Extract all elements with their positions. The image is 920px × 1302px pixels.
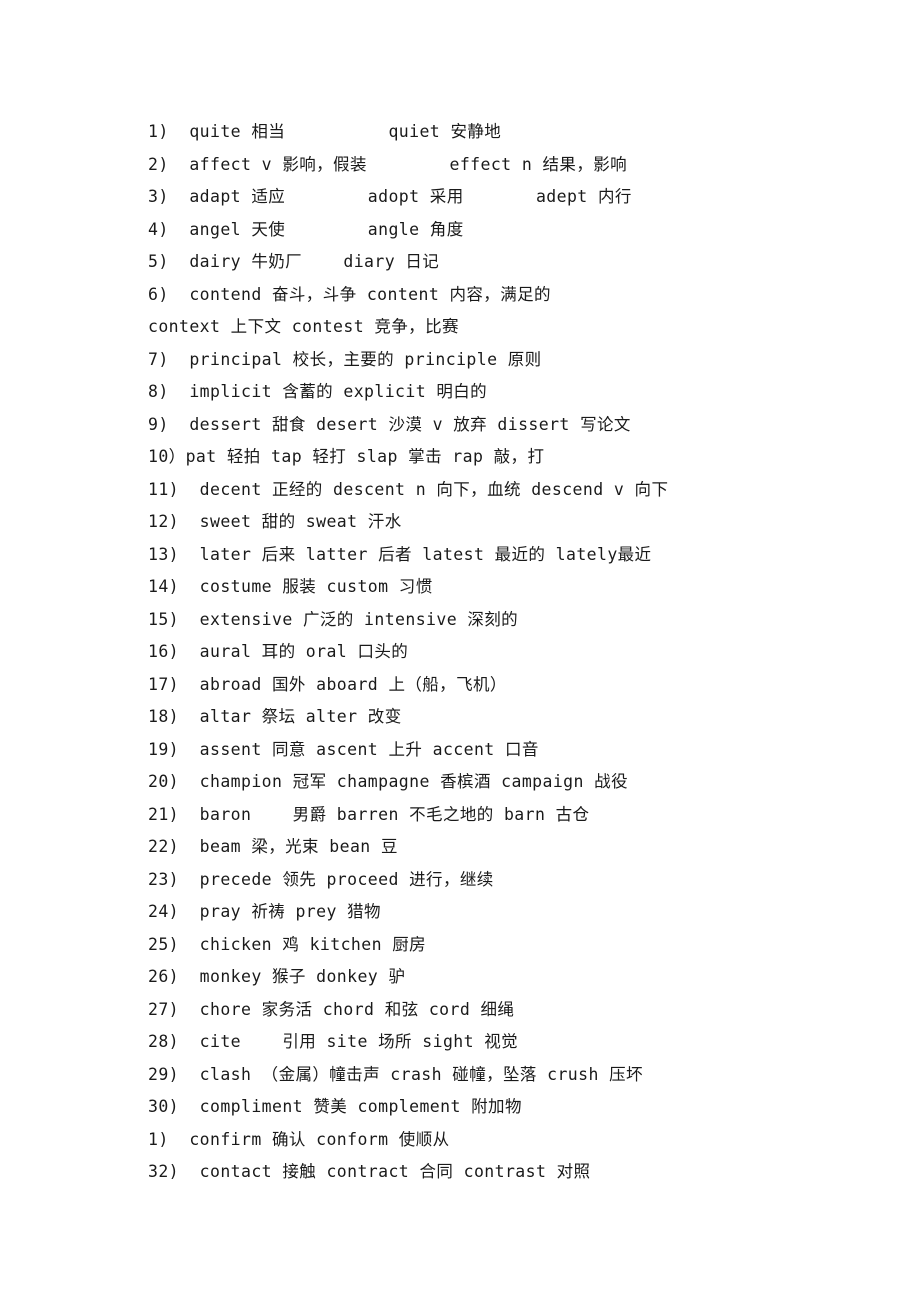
vocab-line: 25) chicken 鸡 kitchen 厨房 — [148, 934, 427, 954]
vocab-line: 7) principal 校长，主要的 principle 原则 — [148, 349, 542, 369]
vocab-line: 21) baron 男爵 barren 不毛之地的 barn 古仓 — [148, 804, 590, 824]
vocab-line: 20) champion 冠军 champagne 香槟酒 campaign 战… — [148, 772, 628, 791]
vocab-line: 11) decent 正经的 descent n 向下，血统 descend v… — [148, 479, 669, 499]
vocab-line: 29) clash （金属）幢击声 crash 碰幢，坠落 crush 压坏 — [148, 1064, 643, 1084]
vocab-line: 28) cite 引用 site 场所 sight 视觉 — [148, 1032, 519, 1051]
vocab-line: context 上下文 contest 竞争，比赛 — [148, 317, 459, 336]
vocab-line: 16) aural 耳的 oral 口头的 — [148, 642, 409, 661]
vocab-line: 32) contact 接触 contract 合同 contrast 对照 — [148, 1162, 591, 1181]
vocab-line: 17) abroad 国外 aboard 上（船，飞机） — [148, 674, 507, 694]
vocab-line: 18) altar 祭坛 alter 改变 — [148, 707, 402, 726]
vocab-line: 24) pray 祈祷 prey 猎物 — [148, 902, 381, 921]
vocab-line: 6) contend 奋斗，斗争 content 内容，满足的 — [148, 284, 551, 304]
vocab-line: 19) assent 同意 ascent 上升 accent 口音 — [148, 739, 539, 759]
vocab-line: 5) dairy 牛奶厂 diary 日记 — [148, 252, 440, 271]
vocab-line: 13) later 后来 latter 后者 latest 最近的 lately… — [148, 544, 652, 564]
vocab-line: 26) monkey 猴子 donkey 驴 — [148, 967, 406, 986]
vocab-line: 30) compliment 赞美 complement 附加物 — [148, 1097, 522, 1116]
vocab-line: 22) beam 梁，光束 bean 豆 — [148, 837, 398, 856]
vocab-line: 8) implicit 含蓄的 explicit 明白的 — [148, 382, 488, 401]
vocab-line: 27) chore 家务活 chord 和弦 cord 细绳 — [148, 999, 515, 1019]
vocab-line: 12) sweet 甜的 sweat 汗水 — [148, 512, 402, 531]
vocab-line: 9) dessert 甜食 desert 沙漠 v 放弃 dissert 写论文 — [148, 414, 631, 434]
vocab-line: 15) extensive 广泛的 intensive 深刻的 — [148, 609, 519, 629]
vocab-line: 3) adapt 适应 adopt 采用 adept 内行 — [148, 187, 632, 206]
vocab-line: 2) affect v 影响，假装 effect n 结果，影响 — [148, 154, 628, 174]
document-page: 1) quite 相当 quiet 安静地 2) affect v 影响，假装 e… — [0, 0, 920, 1302]
vocab-line: 23) precede 领先 proceed 进行，继续 — [148, 869, 494, 889]
vocab-line: 14) costume 服装 custom 习惯 — [148, 577, 433, 596]
vocab-line: 1) quite 相当 quiet 安静地 — [148, 122, 502, 141]
vocab-line: 10）pat 轻拍 tap 轻打 slap 掌击 rap 敲，打 — [148, 447, 545, 466]
vocab-line: 4) angel 天使 angle 角度 — [148, 219, 464, 239]
vocab-line: 1) confirm 确认 conform 使顺从 — [148, 1129, 450, 1149]
